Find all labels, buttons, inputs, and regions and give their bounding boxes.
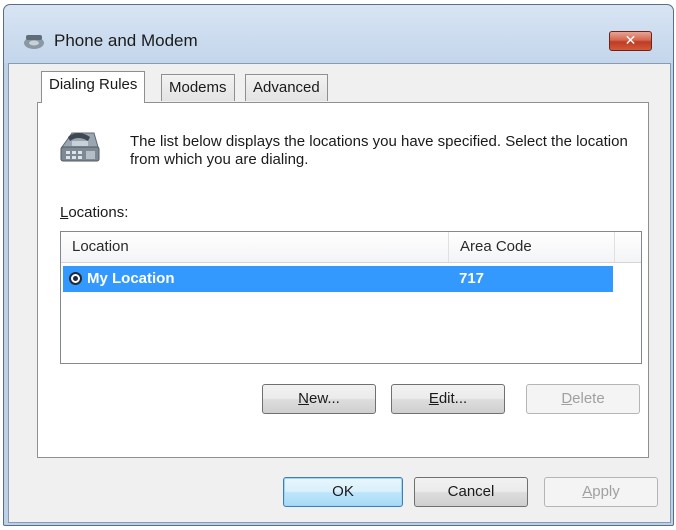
locations-list[interactable]: Location Area Code My Location 717 — [60, 231, 642, 364]
list-header: Location Area Code — [61, 232, 641, 263]
dialing-rules-panel: The list below displays the locations yo… — [37, 102, 649, 458]
new-mnemonic: N — [298, 390, 309, 407]
intro-text: The list below displays the locations yo… — [130, 133, 628, 168]
tab-advanced[interactable]: Advanced — [245, 74, 328, 101]
edit-button[interactable]: Edit... — [391, 384, 505, 414]
apply-button[interactable]: Apply — [544, 477, 658, 507]
column-header-area-code[interactable]: Area Code — [449, 232, 615, 262]
close-icon: ✕ — [624, 32, 637, 48]
new-button[interactable]: New... — [262, 384, 376, 414]
close-button[interactable]: ✕ — [609, 31, 652, 51]
delete-mnemonic: D — [561, 390, 573, 407]
edit-label: dit... — [438, 390, 468, 407]
apply-label: pply — [592, 483, 620, 500]
delete-button[interactable]: Delete — [526, 384, 640, 414]
tab-modems[interactable]: Modems — [161, 74, 235, 101]
title-bar[interactable]: Phone and Modem ✕ — [4, 5, 673, 67]
edit-mnemonic: E — [428, 390, 439, 407]
list-item[interactable]: My Location 717 — [63, 266, 613, 292]
ok-button[interactable]: OK — [283, 477, 403, 507]
apply-mnemonic: A — [582, 483, 593, 500]
tab-dialing-rules[interactable]: Dialing Rules — [41, 71, 146, 103]
cancel-button[interactable]: Cancel — [414, 477, 528, 507]
selected-location-radio-icon — [69, 272, 82, 285]
new-label: ew... — [308, 390, 340, 407]
location-area-code: 717 — [459, 270, 485, 287]
column-header-location[interactable]: Location — [61, 232, 449, 262]
window-title: Phone and Modem — [54, 31, 198, 50]
dialog-client-area: Dialing Rules Modems Advanced The list b… — [8, 63, 671, 523]
phone-and-modem-window: Phone and Modem ✕ Dialing Rules Modems A… — [3, 4, 674, 526]
location-name: My Location — [87, 270, 175, 287]
telephone-icon — [60, 132, 100, 162]
phone-modem-icon — [24, 35, 44, 49]
delete-label: elete — [572, 390, 605, 407]
locations-label-rest: ocations: — [68, 204, 129, 221]
locations-label: Locations: — [60, 204, 128, 221]
